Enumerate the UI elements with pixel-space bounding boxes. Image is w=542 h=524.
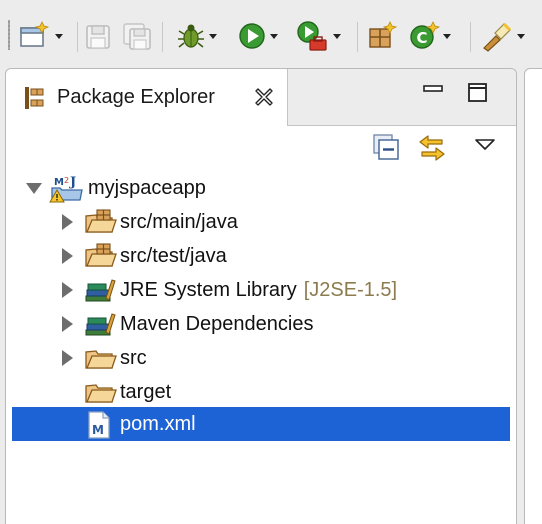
tab-label: Package Explorer	[57, 86, 215, 108]
source-folder-icon	[84, 242, 118, 275]
debug-dropdown-icon[interactable]	[209, 33, 217, 39]
expand-twisty-icon[interactable]	[62, 350, 73, 366]
tree-item-label: src	[120, 347, 147, 369]
adjacent-view-edge	[524, 68, 542, 524]
svg-text:M: M	[54, 177, 64, 188]
search-dropdown-icon[interactable]	[517, 33, 525, 39]
link-with-editor-icon[interactable]	[416, 133, 448, 168]
main-toolbar: C	[0, 0, 542, 62]
new-java-class-button[interactable]: C	[408, 18, 451, 54]
new-wizard-dropdown-icon[interactable]	[55, 33, 63, 39]
svg-text:J: J	[69, 175, 76, 190]
tree-item-label: src/test/java	[120, 245, 227, 267]
new-window-icon	[20, 21, 50, 47]
toolbar-separator	[77, 22, 78, 52]
library-icon	[84, 310, 118, 343]
close-icon[interactable]	[253, 86, 275, 113]
toolbar-separator	[357, 22, 358, 52]
collapse-twisty-icon[interactable]	[26, 183, 42, 194]
toolbar-separator	[470, 22, 471, 52]
toolbar-separator	[162, 22, 163, 52]
svg-text:M: M	[92, 423, 104, 437]
tree-item-target[interactable]: target	[6, 375, 516, 409]
external-tools-icon	[297, 21, 327, 51]
eclipse-window: C Package Explorer M 2 J myjspaceapp src…	[0, 0, 542, 524]
expand-twisty-icon[interactable]	[62, 214, 73, 230]
save-all-icon	[123, 23, 151, 50]
maven-java-project-warning-icon: M 2 J	[48, 174, 84, 209]
new-java-package-button[interactable]	[366, 18, 398, 54]
tree-item-pom-xml[interactable]: M pom.xml	[12, 407, 510, 441]
new-class-dropdown-icon[interactable]	[443, 33, 451, 39]
tree-item-src-test-java[interactable]: src/test/java	[6, 239, 516, 273]
external-tools-dropdown-icon[interactable]	[333, 33, 341, 39]
bug-icon	[178, 24, 204, 48]
minimize-icon[interactable]	[423, 83, 445, 102]
view-toolbar	[6, 131, 516, 171]
debug-button[interactable]	[176, 18, 217, 54]
tree-item-label: Maven Dependencies	[120, 313, 314, 335]
jre-version-decoration: [J2SE-1.5]	[303, 279, 398, 301]
tree-item-label: target	[120, 381, 172, 403]
new-class-icon: C	[410, 21, 440, 49]
tree-item-src-main-java[interactable]: src/main/java	[6, 205, 516, 239]
tree-item-label: pom.xml	[120, 413, 196, 435]
svg-text:2: 2	[64, 176, 69, 185]
folder-icon	[84, 344, 118, 377]
run-dropdown-icon[interactable]	[270, 33, 278, 39]
package-explorer-view: Package Explorer M 2 J myjspaceapp src/m…	[5, 68, 517, 524]
save-icon	[86, 25, 110, 49]
package-explorer-icon	[23, 85, 45, 116]
search-button[interactable]	[480, 18, 525, 54]
view-menu-icon[interactable]	[474, 137, 496, 156]
tree-item-src[interactable]: src	[6, 341, 516, 375]
tree-item-name: JRE System Library	[120, 279, 297, 301]
run-button[interactable]	[237, 18, 278, 54]
expand-twisty-icon[interactable]	[62, 282, 73, 298]
source-folder-icon	[84, 208, 118, 241]
save-button[interactable]	[84, 18, 112, 54]
tree-item-jre-system-library[interactable]: JRE System Library [J2SE-1.5]	[6, 273, 516, 307]
collapse-all-icon[interactable]	[372, 133, 400, 166]
tree-item-label: myjspaceapp	[88, 177, 206, 199]
svg-text:C: C	[416, 29, 427, 47]
view-tab-strip: Package Explorer	[6, 69, 516, 126]
save-all-button[interactable]	[122, 18, 154, 54]
new-package-icon	[369, 21, 398, 48]
maximize-icon[interactable]	[467, 82, 489, 109]
new-wizard-button[interactable]	[18, 18, 63, 54]
external-tools-button[interactable]	[296, 18, 341, 54]
tab-package-explorer[interactable]: Package Explorer	[6, 69, 288, 126]
maven-pom-file-icon: M	[84, 410, 114, 445]
tree-item-label: JRE System Library [J2SE-1.5]	[120, 279, 397, 302]
expand-twisty-icon[interactable]	[62, 316, 73, 332]
tree-item-project[interactable]: M 2 J myjspaceapp	[6, 171, 516, 205]
toolbar-grip[interactable]	[8, 20, 10, 50]
library-icon	[84, 276, 118, 309]
tree-item-label: src/main/java	[120, 211, 238, 233]
expand-twisty-icon[interactable]	[62, 248, 73, 264]
run-icon	[239, 23, 265, 49]
tree-item-maven-dependencies[interactable]: Maven Dependencies	[6, 307, 516, 341]
flashlight-icon	[483, 22, 512, 52]
